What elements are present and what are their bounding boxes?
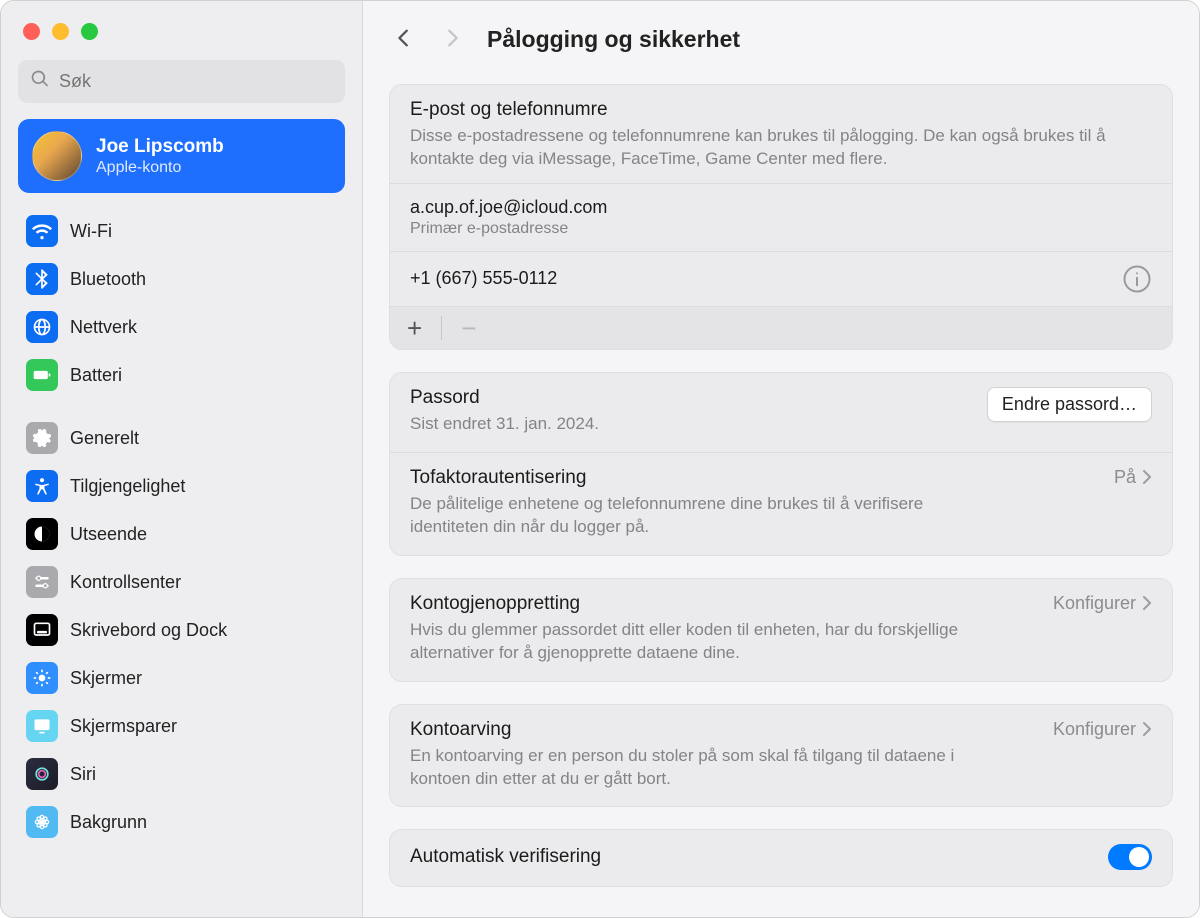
sidebar-item-bluetooth[interactable]: Bluetooth	[18, 255, 345, 303]
account-recovery-row[interactable]: Kontogjenoppretting Hvis du glemmer pass…	[389, 578, 1173, 682]
search-input[interactable]	[59, 71, 333, 92]
sidebar-item-control-center[interactable]: Kontrollsenter	[18, 558, 345, 606]
system-settings-window: Joe Lipscomb Apple-konto Wi-Fi Bluetooth…	[0, 0, 1200, 918]
legacy-desc: En kontoarving er en person du stoler på…	[410, 745, 970, 791]
apple-account-card[interactable]: Joe Lipscomb Apple-konto	[18, 119, 345, 193]
accessibility-icon	[26, 470, 58, 502]
sidebar-item-general[interactable]: Generelt	[18, 414, 345, 462]
traffic-lights	[1, 1, 362, 54]
auto-verify-row[interactable]: Automatisk verifisering	[389, 829, 1173, 887]
sidebar-item-label: Wi-Fi	[70, 221, 112, 242]
legacy-title: Kontoarving	[410, 719, 1039, 741]
search-field[interactable]	[18, 60, 345, 103]
back-button[interactable]	[391, 21, 417, 58]
email-row[interactable]: a.cup.of.joe@icloud.com Primær e-postadr…	[390, 183, 1172, 251]
sidebar-item-screensaver[interactable]: Skjermsparer	[18, 702, 345, 750]
sidebar-item-label: Siri	[70, 764, 96, 785]
search-icon	[30, 69, 50, 94]
sidebar-item-wallpaper[interactable]: Bakgrunn	[18, 798, 345, 846]
sidebar-item-label: Nettverk	[70, 317, 137, 338]
chevron-right-icon	[1142, 469, 1152, 485]
forward-button[interactable]	[439, 21, 465, 58]
email-sub: Primær e-postadresse	[410, 220, 1152, 238]
remove-button[interactable]: −	[456, 315, 481, 341]
change-password-button[interactable]: Endre passord…	[987, 387, 1152, 422]
minimize-window-button[interactable]	[52, 23, 69, 40]
sidebar-item-displays[interactable]: Skjermer	[18, 654, 345, 702]
twofactor-row[interactable]: Tofaktorautentisering De pålitelige enhe…	[390, 452, 1172, 555]
sidebar-nav: Wi-Fi Bluetooth Nettverk Batteri Generel…	[1, 201, 362, 846]
recovery-action: Konfigurer	[1053, 593, 1136, 614]
account-name: Joe Lipscomb	[96, 136, 224, 158]
avatar	[32, 131, 82, 181]
screensaver-icon	[26, 710, 58, 742]
account-text: Joe Lipscomb Apple-konto	[96, 136, 224, 177]
add-remove-footer: + −	[390, 306, 1172, 349]
chevron-right-icon	[1142, 595, 1152, 611]
header: Pålogging og sikkerhet	[363, 1, 1199, 84]
globe-icon	[26, 311, 58, 343]
sidebar-item-label: Tilgjengelighet	[70, 476, 185, 497]
content-pane: Pålogging og sikkerhet E-post og telefon…	[363, 1, 1199, 917]
sidebar-item-label: Skjermer	[70, 668, 142, 689]
twofactor-desc: De pålitelige enhetene og telefonnumrene…	[410, 493, 970, 539]
legacy-contact-row[interactable]: Kontoarving En kontoarving er en person …	[389, 704, 1173, 808]
sidebar-item-siri[interactable]: Siri	[18, 750, 345, 798]
add-button[interactable]: +	[402, 315, 427, 341]
siri-icon	[26, 758, 58, 790]
sidebar-item-label: Skrivebord og Dock	[70, 620, 227, 641]
section-title: E-post og telefonnumre	[410, 99, 1152, 121]
sidebar-item-label: Bluetooth	[70, 269, 146, 290]
sidebar-item-battery[interactable]: Batteri	[18, 351, 345, 399]
sidebar-item-appearance[interactable]: Utseende	[18, 510, 345, 558]
sliders-icon	[26, 566, 58, 598]
recovery-desc: Hvis du glemmer passordet ditt eller kod…	[410, 619, 970, 665]
zoom-window-button[interactable]	[81, 23, 98, 40]
twofactor-status: På	[1114, 467, 1136, 488]
recovery-title: Kontogjenoppretting	[410, 593, 1039, 615]
gear-icon	[26, 422, 58, 454]
phone-value: +1 (667) 555-0112	[410, 268, 557, 289]
auto-verify-toggle[interactable]	[1108, 844, 1152, 870]
main-scroll[interactable]: E-post og telefonnumre Disse e-postadres…	[363, 84, 1199, 917]
sidebar-item-network[interactable]: Nettverk	[18, 303, 345, 351]
email-value: a.cup.of.joe@icloud.com	[410, 197, 1152, 218]
password-2fa-section: Passord Sist endret 31. jan. 2024. Endre…	[389, 372, 1173, 556]
battery-icon	[26, 359, 58, 391]
password-title: Passord	[410, 387, 599, 409]
sidebar-item-label: Skjermsparer	[70, 716, 177, 737]
wallpaper-icon	[26, 806, 58, 838]
chevron-right-icon	[1142, 721, 1152, 737]
bluetooth-icon	[26, 263, 58, 295]
close-window-button[interactable]	[23, 23, 40, 40]
info-icon[interactable]	[1122, 264, 1152, 294]
chevron-right-icon	[441, 23, 463, 53]
autoverify-title: Automatisk verifisering	[410, 846, 1094, 868]
sidebar: Joe Lipscomb Apple-konto Wi-Fi Bluetooth…	[1, 1, 363, 917]
sidebar-item-label: Utseende	[70, 524, 147, 545]
phone-row[interactable]: +1 (667) 555-0112	[390, 251, 1172, 306]
password-desc: Sist endret 31. jan. 2024.	[410, 413, 599, 436]
wifi-icon	[26, 215, 58, 247]
sidebar-item-label: Batteri	[70, 365, 122, 386]
brightness-icon	[26, 662, 58, 694]
twofactor-title: Tofaktorautentisering	[410, 467, 1114, 489]
sidebar-item-accessibility[interactable]: Tilgjengelighet	[18, 462, 345, 510]
section-desc: Disse e-postadressene og telefonnumrene …	[410, 125, 1152, 171]
chevron-left-icon	[393, 23, 415, 53]
sidebar-item-wifi[interactable]: Wi-Fi	[18, 207, 345, 255]
dock-icon	[26, 614, 58, 646]
contrast-icon	[26, 518, 58, 550]
sidebar-item-desktop-dock[interactable]: Skrivebord og Dock	[18, 606, 345, 654]
sidebar-item-label: Generelt	[70, 428, 139, 449]
sidebar-item-label: Bakgrunn	[70, 812, 147, 833]
legacy-action: Konfigurer	[1053, 719, 1136, 740]
divider	[441, 316, 442, 340]
sidebar-item-label: Kontrollsenter	[70, 572, 181, 593]
page-title: Pålogging og sikkerhet	[487, 26, 740, 53]
email-phone-section: E-post og telefonnumre Disse e-postadres…	[389, 84, 1173, 350]
account-sub: Apple-konto	[96, 159, 224, 177]
